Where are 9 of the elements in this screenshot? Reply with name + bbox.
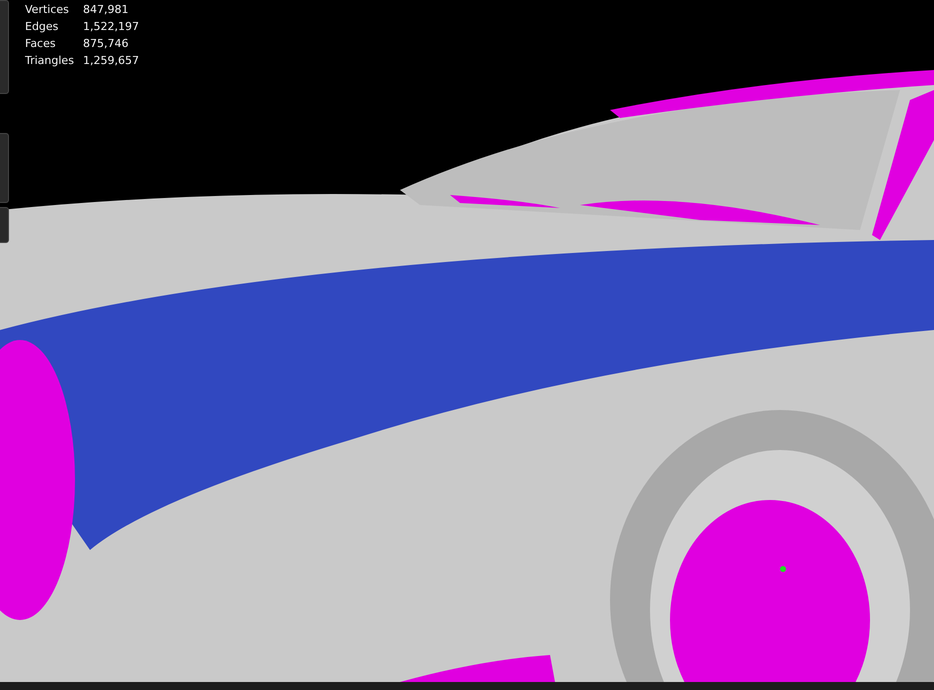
stat-value: 875,746 bbox=[83, 36, 130, 52]
stat-label: Faces bbox=[25, 36, 57, 52]
stat-label: Edges bbox=[25, 19, 60, 35]
stat-value: 847,981 bbox=[83, 2, 130, 18]
stat-value: 1,522,197 bbox=[83, 19, 139, 35]
stat-label: Triangles bbox=[25, 53, 75, 69]
stat-value: 1,259,657 bbox=[83, 53, 139, 69]
stat-label: Vertices bbox=[25, 2, 70, 18]
viewport[interactable]: Vertices 847,981 Edges 1,522,197 Faces 875,746 Triangles 1,259,657 bbox=[0, 0, 934, 682]
